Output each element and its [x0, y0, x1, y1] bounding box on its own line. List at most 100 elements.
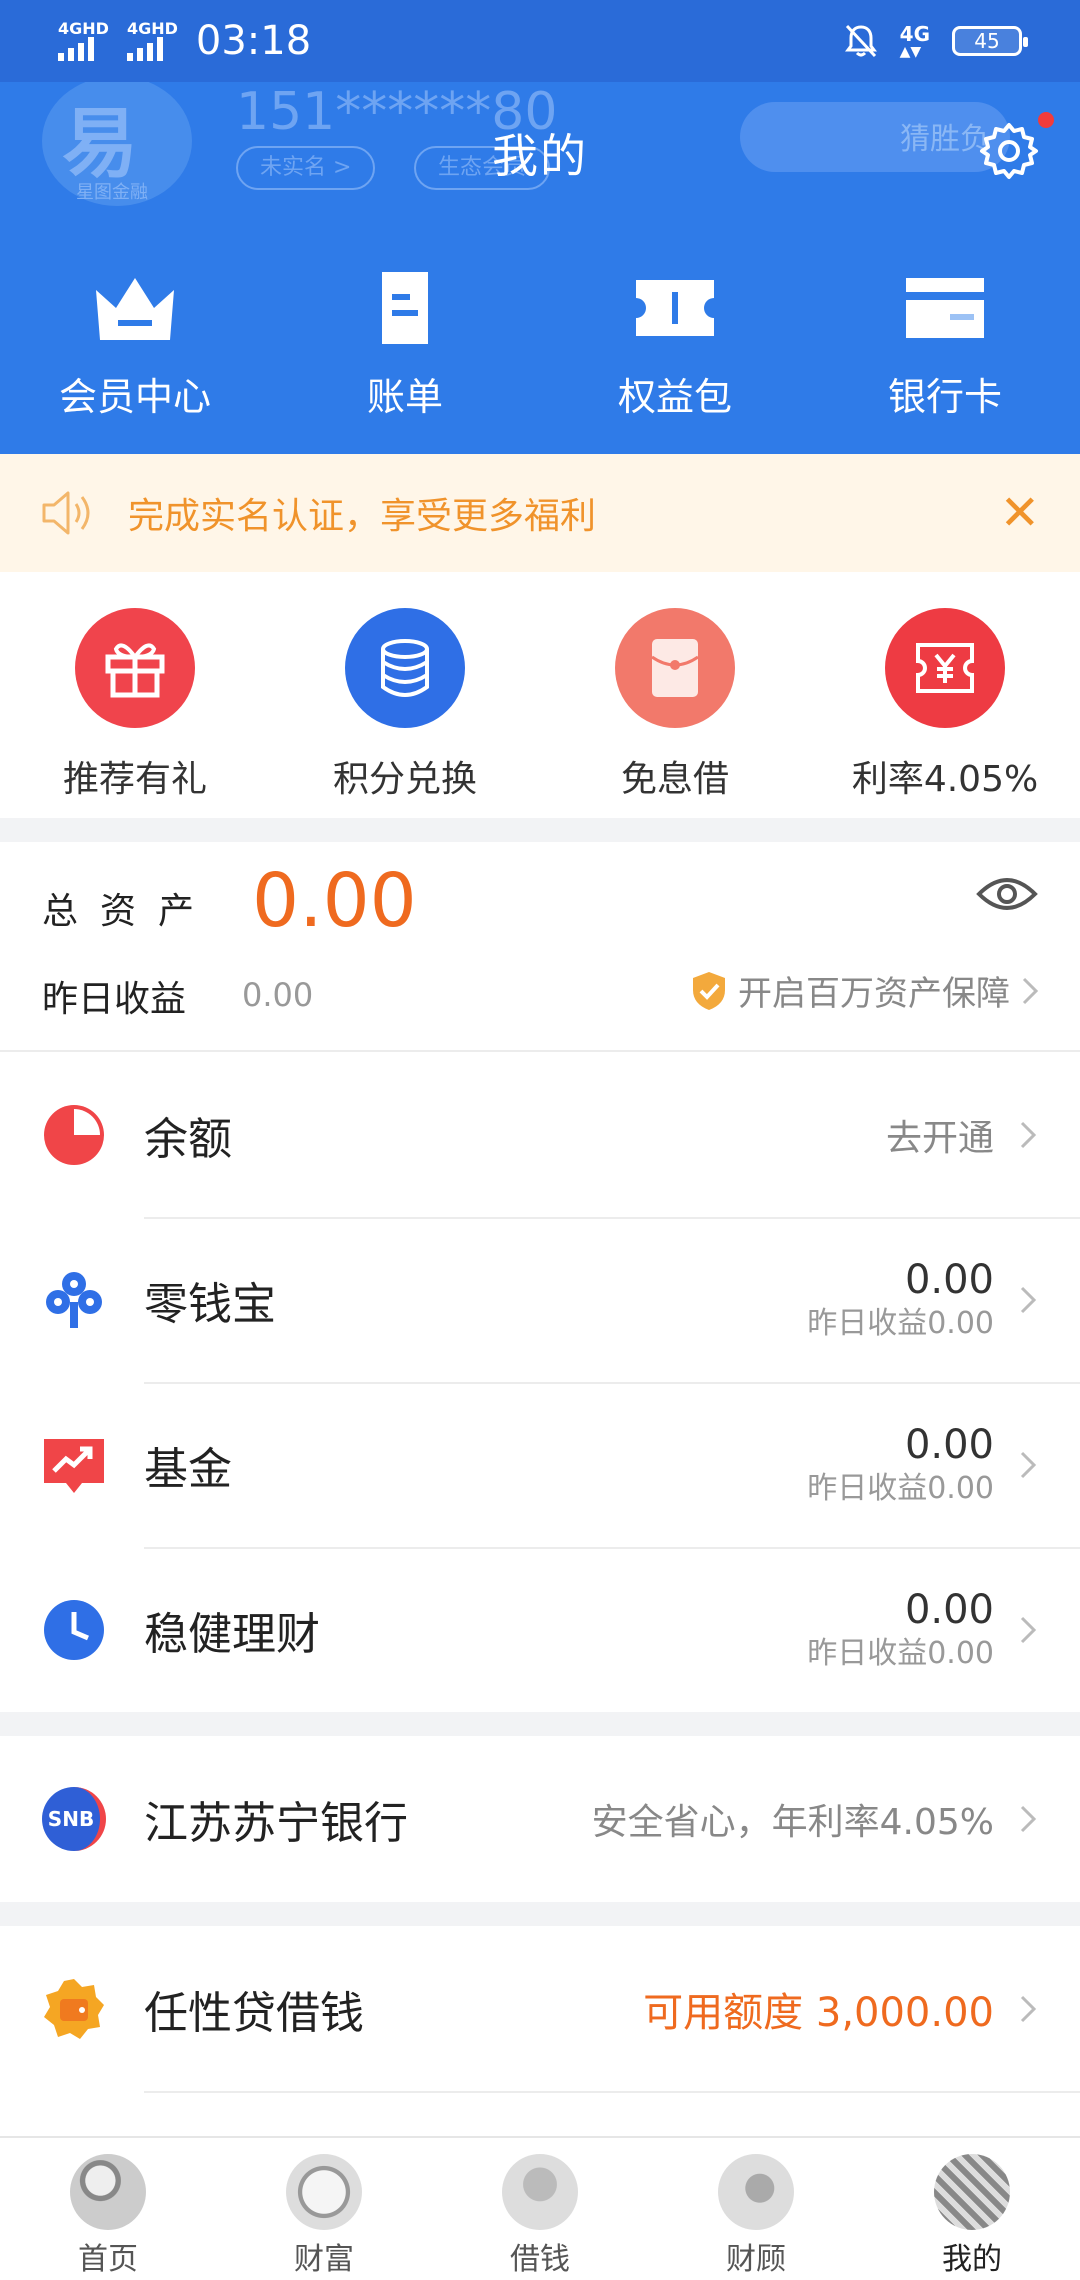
page-title: 我的	[492, 129, 588, 183]
list-item-right: 0.00 昨日收益0.00	[807, 1217, 994, 1382]
notification-dot	[1038, 112, 1054, 128]
header: 易 星图金融 151******80 未实名 > 生态会员 猜胜负 我的	[0, 82, 1080, 214]
quick-nav-bank-card[interactable]: 银行卡	[810, 214, 1080, 454]
close-icon[interactable]: ✕	[1000, 489, 1040, 537]
total-assets-label: 总资产	[42, 891, 217, 932]
gear-icon[interactable]	[978, 120, 1040, 182]
pie-icon	[44, 1104, 104, 1165]
whistle-icon	[718, 2154, 794, 2230]
promo-label: 免息借	[620, 759, 729, 800]
status-bar: 4GHD 4GHD 03:18 4G ▲▼ 45	[0, 0, 1080, 82]
promo-label: 积分兑换	[332, 759, 477, 800]
tab-label: 我的	[942, 2242, 1002, 2277]
list-item-fund[interactable]: 基金 0.00 昨日收益0.00	[0, 1382, 1080, 1547]
divider	[144, 2091, 1080, 2093]
status-right: 4G ▲▼ 45	[844, 23, 1028, 59]
card-icon	[906, 278, 984, 338]
list-item-balance[interactable]: 余额 去开通	[0, 1052, 1080, 1217]
tab-label: 首页	[78, 2242, 138, 2277]
crown-icon	[96, 278, 174, 340]
quick-nav-benefits[interactable]: 权益包	[540, 214, 810, 454]
amount-value: 0.00	[904, 1256, 994, 1303]
jersey-icon	[934, 2154, 1010, 2230]
realname-notice[interactable]: 完成实名认证，享受更多福利 ✕	[0, 454, 1080, 572]
promo-referral[interactable]: 推荐有礼	[0, 572, 270, 818]
network-indicator: 4G ▲▼	[900, 23, 930, 59]
tab-label: 借钱	[510, 2242, 570, 2277]
ticket-icon	[636, 280, 714, 336]
yesterday-earnings-value: 0.00	[242, 976, 314, 1014]
sim1-label: 4GHD	[58, 19, 109, 38]
yesterday-earnings-text: 昨日收益0.00	[807, 1635, 994, 1671]
quick-nav-label: 账单	[366, 375, 443, 419]
tab-home[interactable]: 首页	[0, 2138, 216, 2280]
battery-icon: 45	[952, 26, 1028, 56]
tab-advisor[interactable]: 财顾	[648, 2138, 864, 2280]
chevron-right-icon	[1020, 1805, 1037, 1833]
tab-label: 财顾	[726, 2242, 786, 2277]
red-envelope-icon	[615, 608, 735, 728]
speaker-icon	[42, 491, 90, 535]
signal-bars-icon	[126, 37, 163, 61]
chevron-right-icon	[1020, 1995, 1037, 2022]
quick-nav-label: 银行卡	[887, 375, 1002, 419]
promo-rate[interactable]: 利率4.05%	[810, 572, 1080, 818]
snb-bank-icon: SNB	[42, 1787, 106, 1851]
bottom-tab-bar: 首页 财富 借钱 财顾 我的	[0, 2136, 1080, 2280]
chevron-right-icon	[1020, 1451, 1037, 1478]
tab-label: 财富	[294, 2242, 354, 2277]
promo-points[interactable]: 积分兑换	[270, 572, 540, 818]
battery-level: 45	[974, 29, 1000, 53]
list-item-loan[interactable]: 任性贷借钱 可用额度 3,000.00	[0, 1926, 1080, 2091]
quick-nav-label: 会员中心	[58, 375, 211, 419]
list-item-right: 0.00 昨日收益0.00	[807, 1547, 994, 1712]
list-item-label: 基金	[144, 1443, 232, 1495]
yesterday-earnings-text: 昨日收益0.00	[807, 1470, 994, 1506]
promo-label: 推荐有礼	[62, 759, 207, 800]
loan-section: 任性贷借钱 可用额度 3,000.00	[0, 1926, 1080, 2164]
list-item-right: 去开通	[886, 1052, 994, 1217]
badge-icon	[44, 1978, 104, 2039]
data-arrows-icon: ▲▼	[899, 44, 922, 60]
list-item-change-treasure[interactable]: 零钱宝 0.00 昨日收益0.00	[0, 1217, 1080, 1382]
list-item-bank[interactable]: SNB 江苏苏宁银行 安全省心，年利率4.05%	[0, 1736, 1080, 1902]
accounts-list: 余额 去开通 零钱宝 0.00 昨日收益0.00 基金 0.00 昨日收益0.0…	[0, 1052, 1080, 1712]
chevron-right-icon	[1020, 1286, 1037, 1313]
sim1-signal: 4GHD	[58, 21, 109, 61]
amount-value: 0.00	[904, 1586, 994, 1633]
coins-icon	[345, 608, 465, 728]
list-item-label: 稳健理财	[144, 1608, 320, 1660]
shield-check-icon	[693, 971, 725, 1010]
list-item-label: 江苏苏宁银行	[144, 1798, 408, 1849]
asset-protection-link[interactable]: 开启百万资产保障	[690, 966, 1040, 1015]
asset-protection-text: 开启百万资产保障	[738, 974, 1010, 1014]
available-credit: 可用额度 3,000.00	[643, 1989, 994, 2036]
promo-free-loan[interactable]: 免息借	[540, 572, 810, 818]
tab-borrow[interactable]: 借钱	[432, 2138, 648, 2280]
eye-icon[interactable]	[976, 872, 1038, 916]
bill-icon	[382, 272, 428, 344]
yuan-ticket-icon	[885, 608, 1005, 728]
tab-mine[interactable]: 我的	[864, 2138, 1080, 2280]
yesterday-earnings-text: 昨日收益0.00	[807, 1305, 994, 1341]
status-left: 4GHD 4GHD 03:18	[58, 18, 311, 64]
assets-summary: 总资产 0.00 昨日收益 0.00 开启百万资产保障	[0, 842, 1080, 1052]
yesterday-earnings-label: 昨日收益	[42, 979, 187, 1020]
activate-link[interactable]: 去开通	[886, 1109, 994, 1161]
quick-nav-label: 权益包	[617, 375, 732, 419]
amount-value: 0.00	[904, 1421, 994, 1468]
quick-nav-bill[interactable]: 账单	[270, 214, 540, 454]
clover-icon	[46, 1271, 102, 1328]
promo-label: 利率4.05%	[851, 759, 1039, 800]
bank-description: 安全省心，年利率4.05%	[591, 1802, 994, 1843]
chevron-right-icon	[1020, 1616, 1037, 1643]
soccer-ball-icon	[70, 2154, 146, 2230]
mute-bell-icon	[844, 24, 877, 58]
trophy-icon	[502, 2154, 578, 2230]
quick-nav-member-center[interactable]: 会员中心	[0, 214, 270, 454]
list-item-stable-finance[interactable]: 稳健理财 0.00 昨日收益0.00	[0, 1547, 1080, 1712]
tab-wealth[interactable]: 财富	[216, 2138, 432, 2280]
network-label: 4G	[899, 22, 930, 46]
app-root: 4GHD 4GHD 03:18 4G ▲▼ 45 易 星图金融 151*****…	[0, 0, 1080, 2280]
clock: 03:18	[195, 18, 312, 64]
